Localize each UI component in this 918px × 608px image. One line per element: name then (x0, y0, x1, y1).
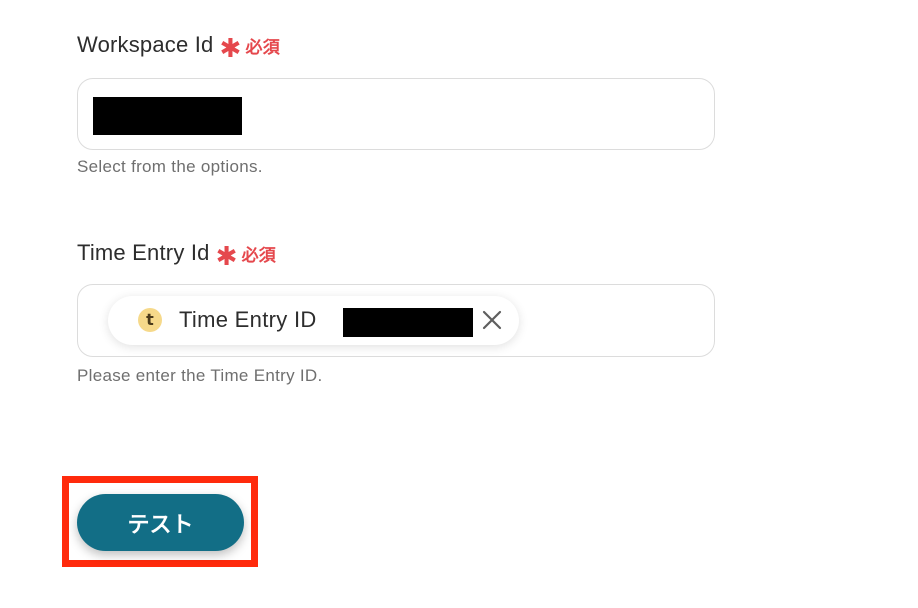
required-badge: 必須 (241, 245, 276, 266)
workspace-id-input[interactable] (77, 78, 715, 150)
required-badge: 必須 (245, 37, 280, 58)
time-entry-id-chip[interactable]: t Time Entry ID (108, 296, 519, 345)
redacted-value (343, 308, 473, 337)
time-entry-id-label: Time Entry Id ✱ 必須 (77, 240, 276, 271)
toggl-track-icon: t (138, 308, 162, 332)
workspace-id-label: Workspace Id ✱ 必須 (77, 32, 280, 63)
close-icon[interactable] (480, 308, 504, 332)
time-entry-id-input[interactable]: t Time Entry ID (77, 284, 715, 357)
workspace-id-helper: Select from the options. (77, 157, 263, 176)
time-entry-id-helper: Please enter the Time Entry ID. (77, 366, 323, 385)
time-entry-id-label-text: Time Entry Id (77, 240, 210, 265)
workspace-id-label-text: Workspace Id (77, 32, 214, 57)
redacted-value (93, 97, 242, 135)
test-button[interactable]: テスト (77, 494, 244, 551)
required-asterisk-icon: ✱ (215, 241, 238, 271)
required-asterisk-icon: ✱ (219, 33, 242, 63)
chip-label: Time Entry ID (179, 307, 317, 332)
